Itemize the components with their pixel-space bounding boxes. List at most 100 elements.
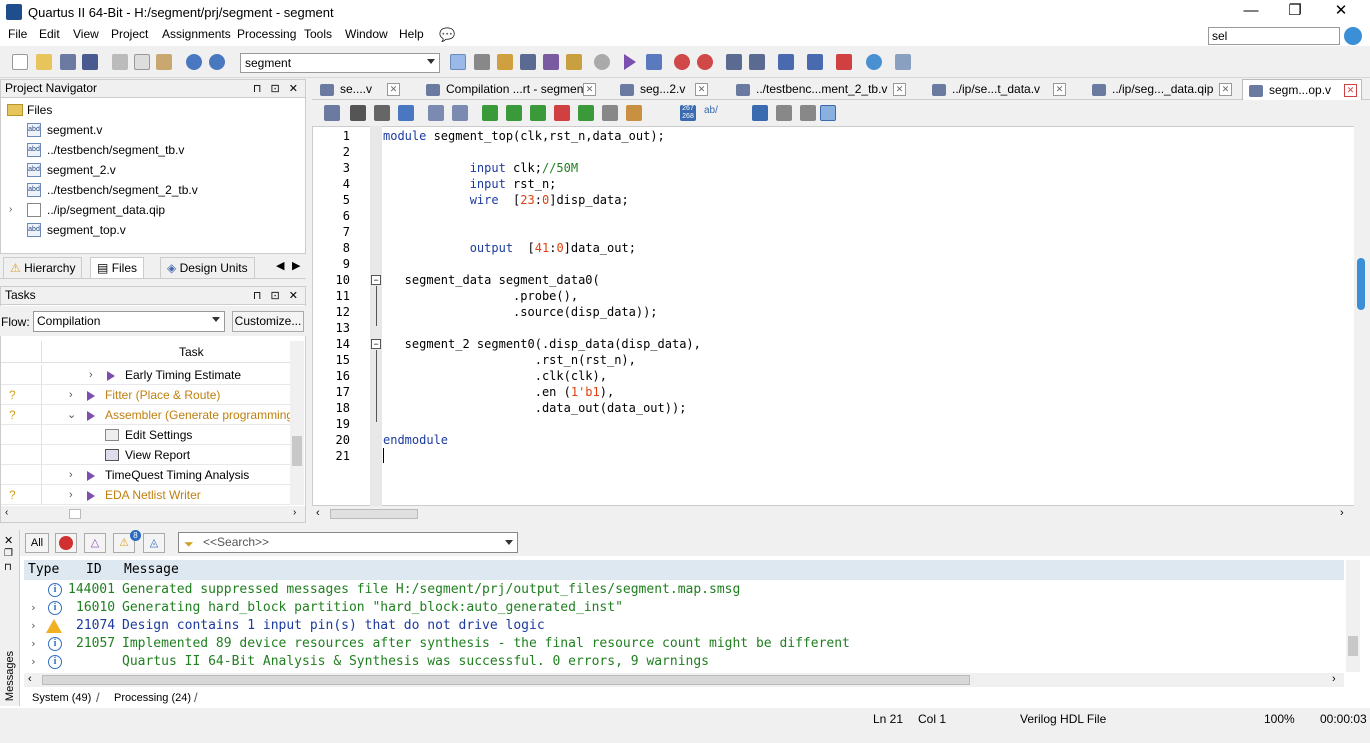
undo-icon[interactable] (186, 54, 202, 70)
chevron-right-icon[interactable]: › (30, 635, 37, 653)
project-combo[interactable]: segment (240, 53, 440, 73)
menu-processing[interactable]: Processing (237, 27, 296, 41)
spell-check-icon[interactable]: ab/ (704, 105, 720, 121)
pin-icon[interactable]: ⊓ (4, 562, 12, 573)
tab-files[interactable]: ▤ Files (90, 257, 145, 278)
chat-help-icon[interactable]: 💬 (439, 27, 455, 43)
help-icon[interactable] (866, 54, 882, 70)
message-row[interactable]: › i Quartus II 64-Bit Analysis & Synthes… (24, 653, 1344, 671)
message-row[interactable]: › i 21057 Implemented 89 device resource… (24, 635, 1344, 653)
tab-scroll-left-icon[interactable]: ◀ (276, 259, 284, 272)
chat-icon[interactable] (895, 54, 911, 70)
chevron-right-icon[interactable]: › (69, 465, 73, 485)
editor-hscrollbar[interactable]: ‹ › (312, 507, 1368, 521)
task-run-icon[interactable] (87, 471, 95, 481)
analysis-icon[interactable] (543, 54, 559, 70)
editor-tab[interactable]: Compilation ...rt - segment ✕ (420, 79, 600, 100)
menu-window[interactable]: Window (345, 27, 388, 41)
editor-tab[interactable]: se....v ✕ (314, 79, 404, 100)
next-bookmark-icon[interactable] (506, 105, 522, 121)
task-run-icon[interactable] (87, 411, 95, 421)
chevron-right-icon[interactable]: › (9, 200, 12, 220)
chevron-right-icon[interactable]: › (69, 385, 73, 405)
new-file-icon[interactable] (12, 54, 28, 70)
menu-file[interactable]: File (8, 27, 27, 41)
tab-processing[interactable]: Processing (24) (114, 692, 191, 704)
close-tab-icon[interactable]: ✕ (893, 83, 906, 96)
scroll-left-icon[interactable]: ‹ (5, 507, 8, 518)
minimize-button[interactable]: — (1228, 0, 1274, 24)
increase-indent-icon[interactable] (452, 105, 468, 121)
scroll-thumb[interactable] (330, 509, 418, 519)
tab-scroll-right-icon[interactable]: ▶ (292, 259, 300, 272)
expand-icon[interactable] (800, 105, 816, 121)
message-row[interactable]: › i 16010 Generating hard_block partitio… (24, 599, 1344, 617)
task-row[interactable]: View Report (1, 445, 291, 465)
clear-bookmarks-icon[interactable] (554, 105, 570, 121)
scroll-right-icon[interactable]: › (1332, 673, 1336, 685)
block-icon[interactable] (820, 105, 836, 121)
chevron-right-icon[interactable]: › (69, 485, 73, 505)
netlist-icon[interactable] (566, 54, 582, 70)
chevron-right-icon[interactable]: › (89, 365, 93, 385)
filter-errors-button[interactable] (55, 533, 77, 553)
scroll-left-icon[interactable]: ‹ (316, 507, 320, 519)
open-folder-icon[interactable] (36, 54, 52, 70)
task-run-icon[interactable] (87, 491, 95, 501)
menu-edit[interactable]: Edit (39, 27, 60, 41)
chevron-down-icon[interactable] (505, 540, 513, 545)
menu-project[interactable]: Project (111, 27, 148, 41)
task-run-icon[interactable] (107, 371, 115, 381)
scroll-thumb[interactable] (292, 436, 302, 466)
chevron-right-icon[interactable]: › (30, 599, 37, 617)
scroll-thumb[interactable] (69, 509, 81, 519)
close-tab-icon[interactable]: ✕ (1344, 84, 1357, 97)
panel-controls[interactable]: ⊓ ⊡ ✕ (253, 81, 301, 98)
filter-critical-button[interactable]: △ (84, 533, 106, 553)
messages-search-input[interactable]: ⏷ <<Search>> (178, 532, 518, 553)
decrease-indent-icon[interactable] (428, 105, 444, 121)
file-item[interactable]: abd ../testbench/segment_2_tb.v (1, 180, 305, 200)
collapse-icon[interactable] (776, 105, 792, 121)
panel-controls[interactable]: ⊓ ⊡ ✕ (253, 288, 301, 305)
find-replace-icon[interactable] (374, 105, 390, 121)
editor-tab[interactable]: ../testbenc...ment_2_tb.v ✕ (730, 79, 910, 100)
bookmark-icon[interactable] (482, 105, 498, 121)
task-row[interactable]: Edit Settings (1, 425, 291, 445)
line-numbers-icon[interactable]: 267 268 (680, 105, 696, 121)
bookmark-list-icon[interactable] (578, 105, 594, 121)
editor-tab[interactable]: seg...2.v ✕ (614, 79, 712, 100)
scroll-thumb[interactable] (1357, 258, 1365, 310)
copy-icon[interactable] (134, 54, 150, 70)
cut-icon[interactable] (112, 54, 128, 70)
menu-view[interactable]: View (73, 27, 99, 41)
file-item[interactable]: abd segment_2.v (1, 160, 305, 180)
chevron-right-icon[interactable]: › (30, 653, 37, 671)
signaltap-icon[interactable] (807, 54, 823, 70)
filter-info-button[interactable]: ◬ (143, 533, 165, 553)
find-icon[interactable] (350, 105, 366, 121)
close-tab-icon[interactable]: ✕ (387, 83, 400, 96)
design-space-icon[interactable] (836, 54, 852, 70)
editor-tab[interactable]: ../ip/seg..._data.qip ✕ (1086, 79, 1236, 100)
redo-icon[interactable] (209, 54, 225, 70)
task-row[interactable]: › TimeQuest Timing Analysis (1, 465, 291, 485)
close-tab-icon[interactable]: ✕ (1053, 83, 1066, 96)
task-row[interactable]: ? › EDA Netlist Writer (1, 485, 291, 505)
file-item[interactable]: › ../ip/segment_data.qip (1, 200, 305, 220)
fold-toggle[interactable]: − (371, 339, 381, 349)
editor-tab[interactable]: ../ip/se...t_data.v ✕ (926, 79, 1070, 100)
scroll-right-icon[interactable]: › (1340, 507, 1344, 519)
pin-planner-icon[interactable] (497, 54, 513, 70)
tree-root-files[interactable]: Files (1, 100, 305, 120)
task-row[interactable]: ? ⌄ Assembler (Generate programming file (1, 405, 291, 425)
programmer-icon[interactable] (778, 54, 794, 70)
task-row[interactable]: › Early Timing Estimate (1, 365, 291, 385)
fold-toggle[interactable]: − (371, 275, 381, 285)
chevron-right-icon[interactable]: › (30, 617, 37, 635)
globe-search-icon[interactable] (1344, 27, 1362, 45)
search-input[interactable]: sel (1208, 27, 1340, 45)
close-tab-icon[interactable]: ✕ (583, 83, 596, 96)
messages-vscrollbar[interactable] (1346, 560, 1360, 672)
tab-hierarchy[interactable]: ⚠ Hierarchy (3, 257, 83, 278)
